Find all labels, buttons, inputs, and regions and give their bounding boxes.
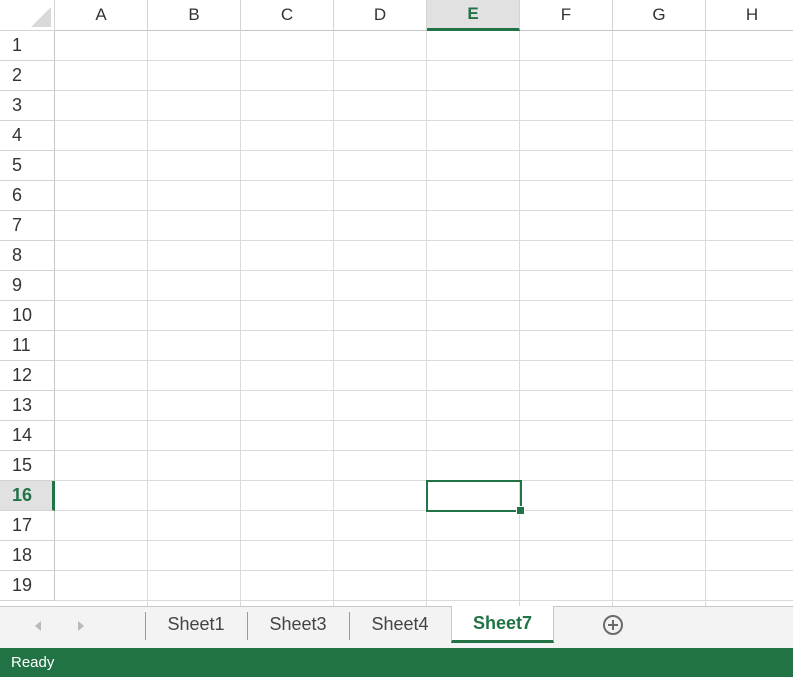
row-header-6[interactable]: 6 — [0, 181, 55, 211]
sheet-tab-bar: Sheet1 Sheet3 Sheet4 Sheet7 — [0, 606, 793, 648]
tab-sheet3[interactable]: Sheet3 — [248, 607, 348, 641]
row-gridline — [55, 360, 793, 361]
row-header-8[interactable]: 8 — [0, 241, 55, 271]
scroll-left-icon[interactable] — [35, 621, 41, 631]
tab-sheet7[interactable]: Sheet7 — [451, 606, 554, 643]
column-gridline — [147, 31, 148, 606]
column-header-c[interactable]: C — [241, 0, 334, 31]
column-gridline — [426, 31, 427, 606]
row-gridline — [55, 180, 793, 181]
row-gridline — [55, 570, 793, 571]
row-header-4[interactable]: 4 — [0, 121, 55, 151]
row-gridline — [55, 600, 793, 601]
row-header-17[interactable]: 17 — [0, 511, 55, 541]
scroll-right-icon[interactable] — [78, 621, 84, 631]
row-header-2[interactable]: 2 — [0, 61, 55, 91]
plus-circle-icon[interactable] — [603, 615, 623, 635]
row-header-10[interactable]: 10 — [0, 301, 55, 331]
row-header-11[interactable]: 11 — [0, 331, 55, 361]
row-header-5[interactable]: 5 — [0, 151, 55, 181]
row-gridline — [55, 330, 793, 331]
tab-sheet4[interactable]: Sheet4 — [350, 607, 450, 641]
column-gridline — [333, 31, 334, 606]
spreadsheet-grid[interactable]: ABCDEFGH 1 2 3 4 5 6 7 8 9 10 11 12 13 14 15 16 17 18 19 — [0, 0, 793, 606]
fill-handle[interactable] — [516, 506, 525, 515]
row-header-19[interactable]: 19 — [0, 571, 55, 601]
row-gridline — [55, 420, 793, 421]
row-gridline — [55, 150, 793, 151]
column-header-f[interactable]: F — [520, 0, 613, 31]
row-gridline — [55, 510, 793, 511]
column-gridline — [705, 31, 706, 606]
column-header-g[interactable]: G — [613, 0, 706, 31]
column-header-a[interactable]: A — [55, 0, 148, 31]
row-gridline — [55, 240, 793, 241]
row-header-9[interactable]: 9 — [0, 271, 55, 301]
row-gridline — [55, 450, 793, 451]
row-header-16[interactable]: 16 — [0, 481, 55, 511]
row-gridline — [55, 270, 793, 271]
column-header-e[interactable]: E — [427, 0, 520, 31]
row-header-3[interactable]: 3 — [0, 91, 55, 121]
row-header-14[interactable]: 14 — [0, 421, 55, 451]
row-header-7[interactable]: 7 — [0, 211, 55, 241]
status-text: Ready — [11, 654, 55, 671]
row-gridline — [55, 90, 793, 91]
column-header-d[interactable]: D — [334, 0, 427, 31]
column-gridline — [519, 31, 520, 606]
select-all-icon — [31, 7, 51, 27]
row-gridline — [55, 390, 793, 391]
row-gridline — [55, 60, 793, 61]
row-header-1[interactable]: 1 — [0, 31, 55, 61]
column-gridline — [612, 31, 613, 606]
active-cell-selection[interactable] — [426, 480, 522, 512]
status-bar: Ready — [0, 648, 793, 677]
row-header-15[interactable]: 15 — [0, 451, 55, 481]
column-header-b[interactable]: B — [148, 0, 241, 31]
tab-sheet1[interactable]: Sheet1 — [146, 607, 246, 641]
row-header-13[interactable]: 13 — [0, 391, 55, 421]
column-gridline — [240, 31, 241, 606]
row-gridline — [55, 300, 793, 301]
select-all-corner[interactable] — [0, 0, 55, 31]
row-gridline — [55, 120, 793, 121]
row-gridline — [55, 480, 793, 481]
row-header-12[interactable]: 12 — [0, 361, 55, 391]
column-header-h[interactable]: H — [706, 0, 793, 31]
row-gridline — [55, 540, 793, 541]
row-gridline — [55, 210, 793, 211]
row-header-18[interactable]: 18 — [0, 541, 55, 571]
